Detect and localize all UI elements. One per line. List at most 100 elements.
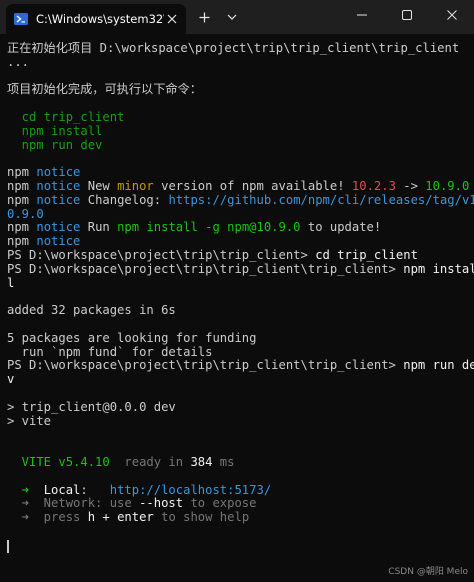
terminal-line: 5 packages are looking for funding — [7, 330, 474, 346]
terminal-text-segment: --host — [139, 496, 184, 511]
terminal-output[interactable]: 正在初始化项目 D:\workspace\project\trip\trip_c… — [0, 34, 474, 582]
terminal-line: npm run dev — [7, 137, 474, 153]
terminal-text-segment: PS D:\workspace\project\trip\trip_client… — [7, 247, 316, 262]
terminal-text-segment: notice — [36, 220, 81, 235]
terminal-line: l — [7, 275, 474, 291]
watermark: CSDN @朝阳 Melo — [388, 567, 468, 577]
terminal-text-segment: Run — [80, 220, 118, 235]
terminal-text-segment: 0.9.0 — [7, 206, 44, 221]
terminal-text-segment: npm — [7, 165, 37, 180]
terminal-text-segment: 384 — [190, 454, 213, 469]
terminal-text-segment: npm run de — [403, 358, 474, 373]
terminal-text-segment: ➜ — [7, 482, 44, 497]
terminal-text-segment: npm — [7, 192, 37, 207]
terminal-text-segment: 5 packages are looking for funding — [7, 330, 257, 345]
terminal-line: run `npm fund` for details — [7, 344, 474, 360]
terminal-line: ... — [7, 54, 474, 70]
terminal-line: > vite — [7, 413, 474, 429]
close-icon — [446, 10, 457, 20]
new-tab-button[interactable] — [190, 0, 218, 34]
terminal-line: PS D:\workspace\project\trip\trip_client… — [7, 247, 474, 263]
terminal-text-segment: PS D:\workspace\project\trip\trip_client… — [7, 358, 404, 373]
terminal-text-segment: to update! — [300, 220, 382, 235]
powershell-icon — [14, 12, 28, 26]
terminal-text-segment: h + enter — [87, 510, 154, 525]
terminal-text-segment: cd trip_client — [7, 109, 125, 124]
window-controls — [339, 0, 474, 34]
terminal-text-segment: ➜ Network: use — [7, 496, 140, 511]
terminal-text-segment: run `npm fund` for details — [7, 344, 213, 359]
text-cursor — [7, 539, 9, 553]
chevron-down-icon — [227, 14, 237, 20]
terminal-text-segment: notice — [36, 192, 81, 207]
terminal-line: PS D:\workspace\project\trip\trip_client… — [7, 261, 474, 277]
terminal-text-segment: https://github.com/npm/cli/releases/tag/… — [168, 192, 474, 207]
terminal-text-segment: Changelog: — [80, 192, 169, 207]
terminal-text-segment: 正在初始化项目 D:\workspace\project\trip\trip_c… — [7, 41, 460, 55]
terminal-line: ➜ Network: use --host to expose — [7, 496, 474, 511]
terminal-line: cd trip_client — [7, 109, 474, 125]
terminal-text-segment: Local — [43, 482, 81, 497]
terminal-text-segment: npm — [7, 220, 37, 235]
terminal-text-segment: PS D:\workspace\project\trip\trip_client… — [7, 261, 404, 276]
terminal-text-segment: l — [7, 275, 15, 290]
title-bar: C:\Windows\system32\cmd.e — [0, 0, 474, 34]
terminal-text-segment: npm — [7, 178, 37, 193]
terminal-text-segment: npm — [7, 234, 37, 249]
terminal-text-segment: 10.9.0 — [425, 178, 470, 193]
tab-close-icon[interactable] — [164, 11, 180, 27]
terminal-text-segment: cd trip_client — [315, 247, 418, 262]
terminal-line: npm notice — [7, 165, 474, 180]
terminal-window: C:\Windows\system32\cmd.e — [0, 0, 474, 582]
terminal-line: 项目初始化完成，可执行以下命令： — [7, 82, 474, 97]
terminal-line: v — [7, 372, 474, 387]
terminal-text-segment: 10.2.3 — [351, 178, 396, 193]
terminal-text-segment: ... — [7, 54, 30, 69]
terminal-line: npm notice Changelog: https://github.com… — [7, 192, 474, 208]
terminal-text-segment: minor — [117, 178, 154, 193]
terminal-text-segment: > trip_client@0.0.0 dev — [7, 399, 176, 414]
terminal-text-segment: version of npm available! — [153, 178, 352, 193]
terminal-text-segment: npm install -g npm@10.9.0 — [117, 220, 301, 235]
terminal-text-segment: npm install — [7, 123, 103, 138]
terminal-text-segment: notice — [36, 165, 81, 180]
close-button[interactable] — [429, 0, 474, 30]
tab-cmd[interactable]: C:\Windows\system32\cmd.e — [6, 4, 186, 34]
terminal-text-segment: to expose — [183, 496, 257, 511]
minimize-button[interactable] — [339, 0, 384, 30]
terminal-text-segment: : — [80, 482, 110, 497]
terminal-line: npm install — [7, 123, 474, 139]
terminal-text-segment: v — [7, 372, 15, 387]
terminal-text-segment: ms — [212, 454, 235, 469]
terminal-text-segment: VITE v5.4.10 — [7, 454, 110, 469]
terminal-text-segment: npm run dev — [7, 137, 103, 152]
terminal-text-segment: ➜ press — [7, 510, 88, 525]
maximize-icon — [401, 10, 412, 20]
minimize-icon — [356, 14, 367, 16]
terminal-text-segment: http://localhost:5173/ — [109, 482, 272, 497]
terminal-line: added 32 packages in 6s — [7, 303, 474, 318]
terminal-text-segment: notice — [36, 234, 81, 249]
terminal-text-segment: > vite — [7, 413, 52, 428]
maximize-button[interactable] — [384, 0, 429, 30]
terminal-line — [7, 539, 474, 553]
terminal-line: ➜ press h + enter to show help — [7, 510, 474, 525]
terminal-line: 正在初始化项目 D:\workspace\project\trip\trip_c… — [7, 41, 474, 56]
terminal-line: ➜ Local: http://localhost:5173/ — [7, 482, 474, 498]
terminal-line: > trip_client@0.0.0 dev — [7, 399, 474, 415]
terminal-text-segment: to show help — [153, 510, 250, 525]
terminal-text-segment: ready in — [109, 454, 191, 469]
tab-title: C:\Windows\system32\cmd.e — [36, 12, 164, 26]
terminal-text-segment: added 32 packages in 6s — [7, 303, 176, 318]
terminal-line: PS D:\workspace\project\trip\trip_client… — [7, 358, 474, 373]
terminal-text-segment: 项目初始化完成，可执行以下命令： — [7, 82, 202, 97]
tab-dropdown-button[interactable] — [218, 0, 246, 34]
